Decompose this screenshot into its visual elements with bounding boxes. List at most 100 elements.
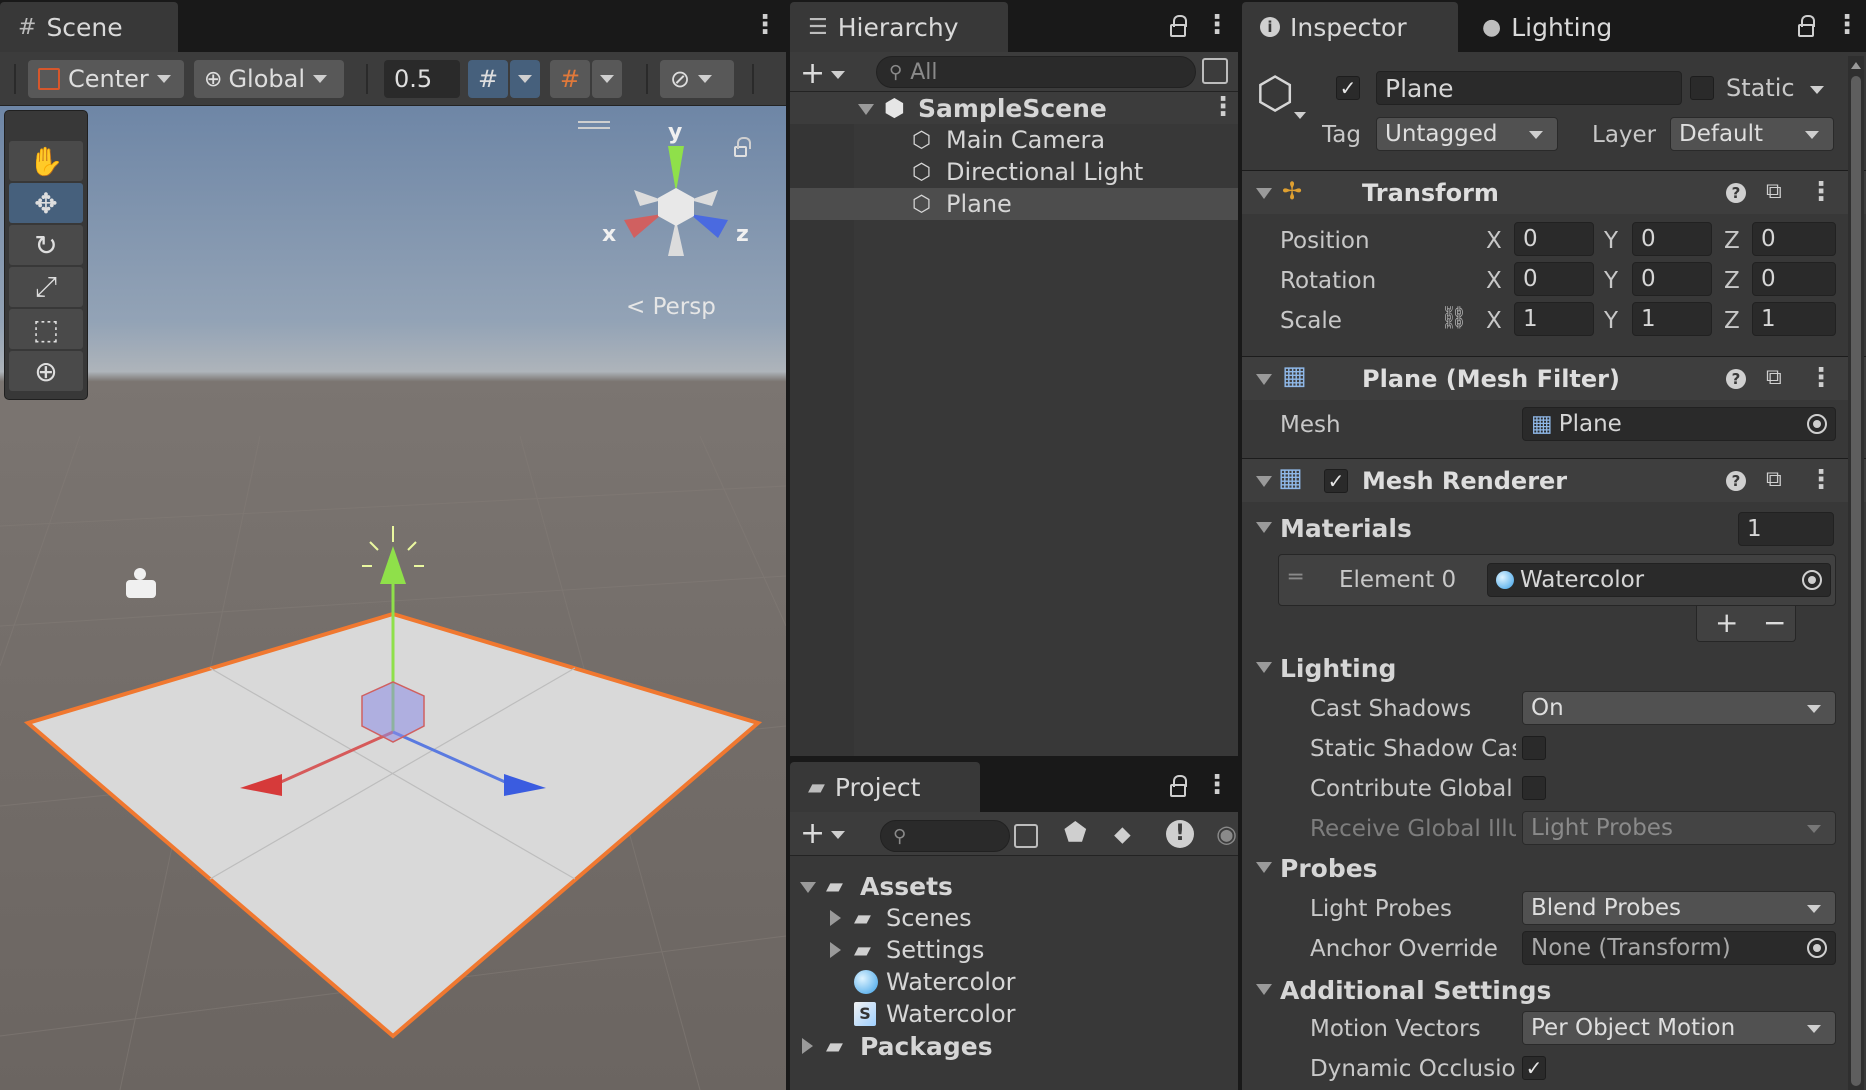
project-packages-row[interactable]: ▰ Packages bbox=[790, 1030, 1238, 1062]
presets-icon[interactable]: ⧉ bbox=[1766, 179, 1782, 204]
additional-expand-icon[interactable] bbox=[1256, 984, 1272, 995]
help-icon[interactable]: ? bbox=[1726, 369, 1746, 389]
eye-icon[interactable]: ◉ bbox=[1216, 820, 1237, 848]
space-dropdown[interactable]: ⊕ Global bbox=[194, 60, 344, 98]
mesh-renderer-header[interactable]: ▦ ✓ Mesh Renderer ? ⧉ ⋮ bbox=[1242, 458, 1866, 502]
static-shadow-checkbox[interactable] bbox=[1522, 736, 1546, 760]
create-button[interactable]: + bbox=[800, 56, 846, 91]
hierarchy-lock-icon[interactable] bbox=[1170, 15, 1187, 37]
hierarchy-item-directional-light[interactable]: ⬡ Directional Light bbox=[790, 156, 1238, 188]
layer-dropdown[interactable]: Default bbox=[1670, 117, 1834, 151]
scroll-up-icon[interactable] bbox=[1851, 62, 1861, 69]
component-menu-icon[interactable]: ⋮ bbox=[1808, 467, 1834, 493]
materials-expand-icon[interactable] bbox=[1256, 522, 1272, 533]
help-icon[interactable]: ? bbox=[1726, 183, 1746, 203]
project-item-watercolor-shader[interactable]: S Watercolor bbox=[790, 998, 1238, 1030]
transform-header[interactable]: ✢ Transform ? ⧉ ⋮ bbox=[1242, 170, 1866, 214]
light-probes-dropdown[interactable]: Blend Probes bbox=[1522, 891, 1836, 925]
inspector-lock-icon[interactable] bbox=[1798, 15, 1815, 37]
project-menu-icon[interactable]: ⋮ bbox=[1204, 772, 1230, 798]
project-search-input[interactable]: ⚲ bbox=[880, 820, 1010, 852]
rotation-z-field[interactable]: 0 bbox=[1752, 262, 1836, 296]
tab-inspector[interactable]: i Inspector bbox=[1242, 2, 1458, 52]
rotation-y-field[interactable]: 0 bbox=[1632, 262, 1712, 296]
tab-hierarchy[interactable]: ☰ Hierarchy bbox=[790, 2, 1008, 52]
dynamic-occlusion-checkbox[interactable]: ✓ bbox=[1522, 1056, 1546, 1080]
rotation-x-field[interactable]: 0 bbox=[1514, 262, 1594, 296]
collapse-arrow-icon[interactable] bbox=[1256, 476, 1272, 487]
expand-arrow-icon[interactable] bbox=[830, 942, 841, 958]
tab-lighting[interactable]: ● Lighting bbox=[1464, 2, 1654, 52]
position-y-field[interactable]: 0 bbox=[1632, 222, 1712, 256]
active-checkbox[interactable]: ✓ bbox=[1336, 76, 1360, 100]
pivot-dropdown[interactable]: Center bbox=[28, 60, 184, 98]
project-item-scenes[interactable]: ▰ Scenes bbox=[790, 902, 1238, 934]
snap-value-field[interactable]: 0.5 bbox=[384, 60, 460, 98]
tag-dropdown[interactable]: Untagged bbox=[1376, 117, 1558, 151]
rect-tool-button[interactable]: ⬚ bbox=[9, 309, 83, 349]
add-element-button[interactable]: + bbox=[1715, 606, 1738, 639]
hierarchy-search-input[interactable]: ⚲ All bbox=[876, 56, 1196, 88]
scrollbar-thumb[interactable] bbox=[1851, 76, 1861, 1086]
collapse-arrow-icon[interactable] bbox=[1256, 374, 1272, 385]
filter-label-icon[interactable]: ⬥ bbox=[1114, 820, 1131, 848]
remove-element-button[interactable]: − bbox=[1763, 606, 1786, 639]
anchor-override-field[interactable]: None (Transform) bbox=[1522, 931, 1836, 965]
constrain-proportions-icon[interactable]: ⛓ bbox=[1440, 306, 1468, 331]
help-icon[interactable]: ? bbox=[1726, 471, 1746, 491]
tab-project[interactable]: ▰ Project bbox=[790, 762, 980, 812]
project-lock-icon[interactable] bbox=[1170, 775, 1187, 797]
scene-menu-icon[interactable]: ⋮ bbox=[752, 12, 778, 38]
tab-scene[interactable]: # Scene bbox=[0, 2, 178, 52]
component-menu-icon[interactable]: ⋮ bbox=[1808, 179, 1834, 205]
project-item-watercolor-material[interactable]: Watercolor bbox=[790, 966, 1238, 998]
additional-section-label[interactable]: Additional Settings bbox=[1280, 976, 1551, 1005]
search-popout-icon[interactable] bbox=[1202, 58, 1228, 84]
mesh-filter-header[interactable]: ▦ Plane (Mesh Filter) ? ⧉ ⋮ bbox=[1242, 356, 1866, 400]
lighting-expand-icon[interactable] bbox=[1256, 662, 1272, 673]
mesh-object-field[interactable]: ▦ Plane bbox=[1522, 407, 1836, 441]
warning-icon[interactable]: ! bbox=[1166, 820, 1194, 848]
component-menu-icon[interactable]: ⋮ bbox=[1808, 365, 1834, 391]
rotate-tool-button[interactable]: ↻ bbox=[9, 225, 83, 265]
hierarchy-item-plane[interactable]: ⬡ Plane bbox=[790, 188, 1238, 220]
increment-snap-button[interactable]: # bbox=[550, 60, 590, 98]
object-picker-icon[interactable] bbox=[1807, 414, 1827, 434]
search-popout-icon[interactable] bbox=[1014, 824, 1038, 848]
motion-vectors-dropdown[interactable]: Per Object Motion bbox=[1522, 1011, 1836, 1045]
scene-viewport[interactable]: y x z < Persp ✋ ✥ ↻ ⤢ ⬚ ⊕ bbox=[0, 106, 786, 1090]
expand-arrow-icon[interactable] bbox=[800, 882, 816, 893]
presets-icon[interactable]: ⧉ bbox=[1766, 467, 1782, 492]
collapse-arrow-icon[interactable] bbox=[1256, 188, 1272, 199]
transform-tool-button[interactable]: ⊕ bbox=[9, 351, 83, 391]
object-picker-icon[interactable] bbox=[1807, 938, 1827, 958]
hand-tool-button[interactable]: ✋ bbox=[9, 141, 83, 181]
cast-shadows-dropdown[interactable]: On bbox=[1522, 691, 1836, 725]
grid-snap-button[interactable]: # bbox=[468, 60, 508, 98]
position-x-field[interactable]: 0 bbox=[1514, 222, 1594, 256]
scene-row-menu-icon[interactable]: ⋮ bbox=[1210, 94, 1236, 120]
increment-snap-dropdown[interactable] bbox=[592, 60, 622, 98]
inspector-scrollbar[interactable] bbox=[1848, 56, 1864, 1090]
scale-y-field[interactable]: 1 bbox=[1632, 302, 1712, 336]
scale-tool-button[interactable]: ⤢ bbox=[9, 267, 83, 307]
hierarchy-menu-icon[interactable]: ⋮ bbox=[1204, 12, 1230, 38]
project-item-settings[interactable]: ▰ Settings bbox=[790, 934, 1238, 966]
scale-x-field[interactable]: 1 bbox=[1514, 302, 1594, 336]
materials-count-field[interactable]: 1 bbox=[1738, 512, 1834, 546]
scale-z-field[interactable]: 1 bbox=[1752, 302, 1836, 336]
drag-handle-icon[interactable]: ═ bbox=[1289, 565, 1302, 590]
static-checkbox[interactable] bbox=[1690, 76, 1714, 100]
draw-mode-dropdown[interactable]: ⊘ bbox=[660, 60, 734, 98]
expand-arrow-icon[interactable] bbox=[802, 1038, 813, 1054]
probes-section-label[interactable]: Probes bbox=[1280, 854, 1378, 883]
move-tool-button[interactable]: ✥ bbox=[9, 183, 83, 223]
scene-row[interactable]: ⬢ SampleScene ⋮ bbox=[790, 92, 1238, 124]
persp-toggle[interactable]: < Persp bbox=[626, 294, 716, 320]
probes-expand-icon[interactable] bbox=[1256, 862, 1272, 873]
contribute-global-checkbox[interactable] bbox=[1522, 776, 1546, 800]
project-create-button[interactable]: + bbox=[800, 816, 846, 851]
object-name-field[interactable]: Plane bbox=[1376, 71, 1682, 105]
icon-dropdown-arrow[interactable] bbox=[1294, 112, 1306, 119]
hierarchy-item-main-camera[interactable]: ⬡ Main Camera bbox=[790, 124, 1238, 156]
